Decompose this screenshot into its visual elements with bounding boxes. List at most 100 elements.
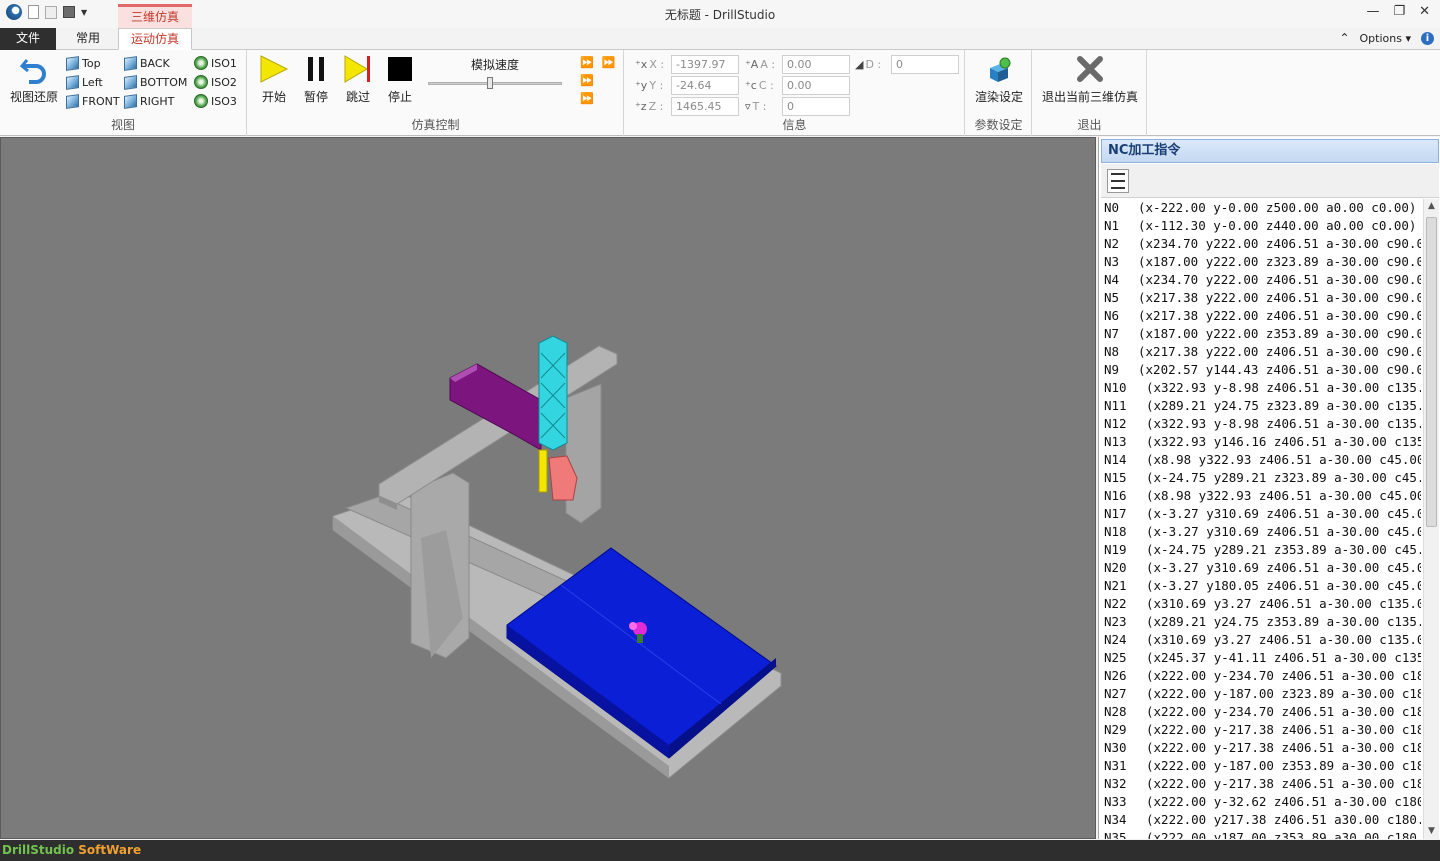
view-right-button[interactable]: RIGHT — [124, 93, 174, 109]
nc-row-command: (x222.00 y-187.00 z353.89 a-30.00 c180.0… — [1146, 758, 1421, 773]
nc-row[interactable]: N6 (x217.38 y222.00 z406.51 a-30.00 c90.0… — [1101, 307, 1421, 325]
title-bar: ▼ 无标题 - DrillStudio — ❐ ✕ — [0, 0, 1440, 28]
nc-row-number: N0 — [1104, 200, 1120, 215]
pause-button[interactable]: 暂停 — [298, 54, 334, 105]
tab-file[interactable]: 文件 — [0, 28, 56, 50]
collapse-ribbon-icon[interactable]: ⌃ — [1339, 31, 1349, 45]
view-reset-button[interactable]: 视图还原 — [6, 54, 62, 105]
start-button[interactable]: 开始 — [256, 54, 292, 105]
3d-viewport[interactable] — [0, 137, 1096, 839]
angle-icon: ◢ — [855, 58, 864, 71]
nc-row[interactable]: N22 (x310.69 y3.27 z406.51 a-30.00 c135.0… — [1101, 595, 1421, 613]
nc-row-number: N10 — [1104, 380, 1127, 395]
nc-row[interactable]: N0 (x-222.00 y-0.00 z500.00 a0.00 c0.00) — [1101, 199, 1421, 217]
restore-button[interactable]: ❐ — [1393, 4, 1405, 19]
render-settings-button[interactable]: 渲染设定 — [970, 54, 1028, 105]
nc-row[interactable]: N32 (x222.00 y-217.38 z406.51 a-30.00 c18… — [1101, 775, 1421, 793]
nc-row[interactable]: N27 (x222.00 y-187.00 z323.89 a-30.00 c18… — [1101, 685, 1421, 703]
view-bottom-button[interactable]: BOTTOM — [124, 74, 187, 90]
scrollbar-thumb[interactable] — [1426, 217, 1437, 527]
view-iso3-button[interactable]: ISO3 — [194, 93, 237, 109]
nc-row[interactable]: N34 (x222.00 y217.38 z406.51 a30.00 c180.… — [1101, 811, 1421, 829]
view-iso2-button[interactable]: ISO2 — [194, 74, 237, 90]
nc-row[interactable]: N23 (x289.21 y24.75 z353.89 a-30.00 c135.… — [1101, 613, 1421, 631]
options-menu[interactable]: Options ▾ — [1360, 32, 1411, 45]
view-iso1-button[interactable]: ISO1 — [194, 55, 237, 71]
nc-row[interactable]: N7 (x187.00 y222.00 z353.89 a-30.00 c90.0… — [1101, 325, 1421, 343]
nc-row[interactable]: N20 (x-3.27 y310.69 z406.51 a-30.00 c45.0… — [1101, 559, 1421, 577]
skip-button[interactable]: 跳过 — [340, 54, 376, 105]
nc-row[interactable]: N15 (x-24.75 y289.21 z323.89 a-30.00 c45.… — [1101, 469, 1421, 487]
nc-row[interactable]: N3 (x187.00 y222.00 z323.89 a-30.00 c90.0… — [1101, 253, 1421, 271]
nc-list-scrollbar[interactable]: ▲ ▼ — [1423, 199, 1439, 839]
nc-command-list[interactable]: N0 (x-222.00 y-0.00 z500.00 a0.00 c0.00) N… — [1101, 199, 1421, 839]
speed-slider[interactable] — [428, 77, 562, 89]
help-icon[interactable]: i — [1421, 31, 1434, 45]
nc-row[interactable]: N33 (x222.00 y-32.62 z406.51 a-30.00 c180… — [1101, 793, 1421, 811]
nc-row[interactable]: N4 (x234.70 y222.00 z406.51 a-30.00 c90.0… — [1101, 271, 1421, 289]
tab-common[interactable]: 常用 — [60, 28, 116, 50]
nc-row[interactable]: N5 (x217.38 y222.00 z406.51 a-30.00 c90.0… — [1101, 289, 1421, 307]
nc-row[interactable]: N10 (x322.93 y-8.98 z406.51 a-30.00 c135.… — [1101, 379, 1421, 397]
nc-row[interactable]: N21 (x-3.27 y180.05 z406.51 a-30.00 c45.0… — [1101, 577, 1421, 595]
scroll-down-arrow-icon[interactable]: ▼ — [1424, 824, 1439, 839]
exit-sim-button[interactable]: 退出当前三维仿真 — [1037, 54, 1143, 105]
close-button[interactable]: ✕ — [1419, 4, 1430, 19]
nc-row-command: (x222.00 y-234.70 z406.51 a-30.00 c180.0… — [1146, 668, 1421, 683]
nc-row[interactable]: N18 (x-3.27 y310.69 z406.51 a-30.00 c45.0… — [1101, 523, 1421, 541]
stop-label: 停止 — [387, 90, 412, 104]
nc-row[interactable]: N11 (x289.21 y24.75 z323.89 a-30.00 c135.… — [1101, 397, 1421, 415]
nc-row[interactable]: N12 (x322.93 y-8.98 z406.51 a-30.00 c135.… — [1101, 415, 1421, 433]
nc-row-command: (x-24.75 y289.21 z323.89 a-30.00 c45.00) — [1146, 470, 1421, 485]
search-step-icon[interactable]: ⏩ — [580, 74, 615, 87]
x-value-field[interactable]: -1397.97 — [671, 55, 739, 74]
c-axis-icon: ⁺c — [745, 79, 757, 92]
nc-row[interactable]: N25 (x245.37 y-41.11 z406.51 a-30.00 c135… — [1101, 649, 1421, 667]
nc-row[interactable]: N2 (x234.70 y222.00 z406.51 a-30.00 c90.0… — [1101, 235, 1421, 253]
checklist-icon[interactable] — [1107, 169, 1129, 193]
nc-row-number: N18 — [1104, 524, 1127, 539]
status-brand-software: SoftWare — [78, 843, 142, 857]
c-value-field[interactable]: 0.00 — [782, 76, 850, 95]
view-back-button[interactable]: BACK — [124, 55, 170, 71]
nc-row[interactable]: N30 (x222.00 y-217.38 z406.51 a-30.00 c18… — [1101, 739, 1421, 757]
filter-icon[interactable]: ⏩ — [602, 56, 616, 69]
nc-row[interactable]: N26 (x222.00 y-234.70 z406.51 a-30.00 c18… — [1101, 667, 1421, 685]
d-value-field[interactable]: 0 — [891, 55, 959, 74]
nc-row[interactable]: N16 (x8.98 y322.93 z406.51 a-30.00 c45.00… — [1101, 487, 1421, 505]
z-label-text: Z : — [648, 100, 664, 113]
step-mode-icon[interactable]: ⏩ — [580, 56, 594, 69]
nc-row[interactable]: N8 (x217.38 y222.00 z406.51 a-30.00 c90.0… — [1101, 343, 1421, 361]
t-value-field[interactable]: 0 — [782, 97, 850, 116]
nc-row[interactable]: N9 (x202.57 y144.43 z406.51 a-30.00 c90.0… — [1101, 361, 1421, 379]
nc-row[interactable]: N35 (x222.00 y187.00 z353.89 a30.00 c180.… — [1101, 829, 1421, 839]
nc-row-command: (x202.57 y144.43 z406.51 a-30.00 c90.00) — [1138, 362, 1421, 377]
view-front-button[interactable]: FRONT — [66, 93, 120, 109]
z-value-field[interactable]: 1465.45 — [671, 97, 739, 116]
scroll-up-arrow-icon[interactable]: ▲ — [1424, 199, 1439, 214]
workpiece-detail — [629, 622, 637, 630]
stop-button[interactable]: 停止 — [382, 54, 418, 105]
y-value-field[interactable]: -24.64 — [671, 76, 739, 95]
nc-row[interactable]: N17 (x-3.27 y310.69 z406.51 a-30.00 c45.0… — [1101, 505, 1421, 523]
nc-row[interactable]: N31 (x222.00 y-187.00 z353.89 a-30.00 c18… — [1101, 757, 1421, 775]
nc-row-command: (x289.21 y24.75 z323.89 a-30.00 c135.00) — [1146, 398, 1421, 413]
view-left-button[interactable]: Left — [66, 74, 103, 90]
nc-panel-toolbar — [1101, 164, 1439, 198]
nc-row[interactable]: N19 (x-24.75 y289.21 z353.89 a-30.00 c45.… — [1101, 541, 1421, 559]
a-label: ⁺A A : — [745, 58, 775, 71]
exit-sim-label: 退出当前三维仿真 — [1041, 90, 1138, 104]
nc-row[interactable]: N28 (x222.00 y-234.70 z406.51 a-30.00 c18… — [1101, 703, 1421, 721]
minimize-button[interactable]: — — [1366, 4, 1379, 19]
view-top-button[interactable]: Top — [66, 55, 101, 71]
nc-row[interactable]: N13 (x322.93 y146.16 z406.51 a-30.00 c135… — [1101, 433, 1421, 451]
speed-slider-thumb[interactable] — [486, 77, 493, 89]
nc-row[interactable]: N1 (x-112.30 y-0.00 z440.00 a0.00 c0.00) — [1101, 217, 1421, 235]
nc-row[interactable]: N14 (x8.98 y322.93 z406.51 a-30.00 c45.00… — [1101, 451, 1421, 469]
nc-row[interactable]: N29 (x222.00 y-217.38 z406.51 a-30.00 c18… — [1101, 721, 1421, 739]
a-value-field[interactable]: 0.00 — [782, 55, 850, 74]
nc-row[interactable]: N24 (x310.69 y3.27 z406.51 a-30.00 c135.0… — [1101, 631, 1421, 649]
tab-simulation[interactable]: 运动仿真 — [118, 28, 192, 50]
speed-square-icon[interactable]: ⏩ — [580, 92, 615, 105]
view-group-label: 视图 — [110, 118, 135, 132]
